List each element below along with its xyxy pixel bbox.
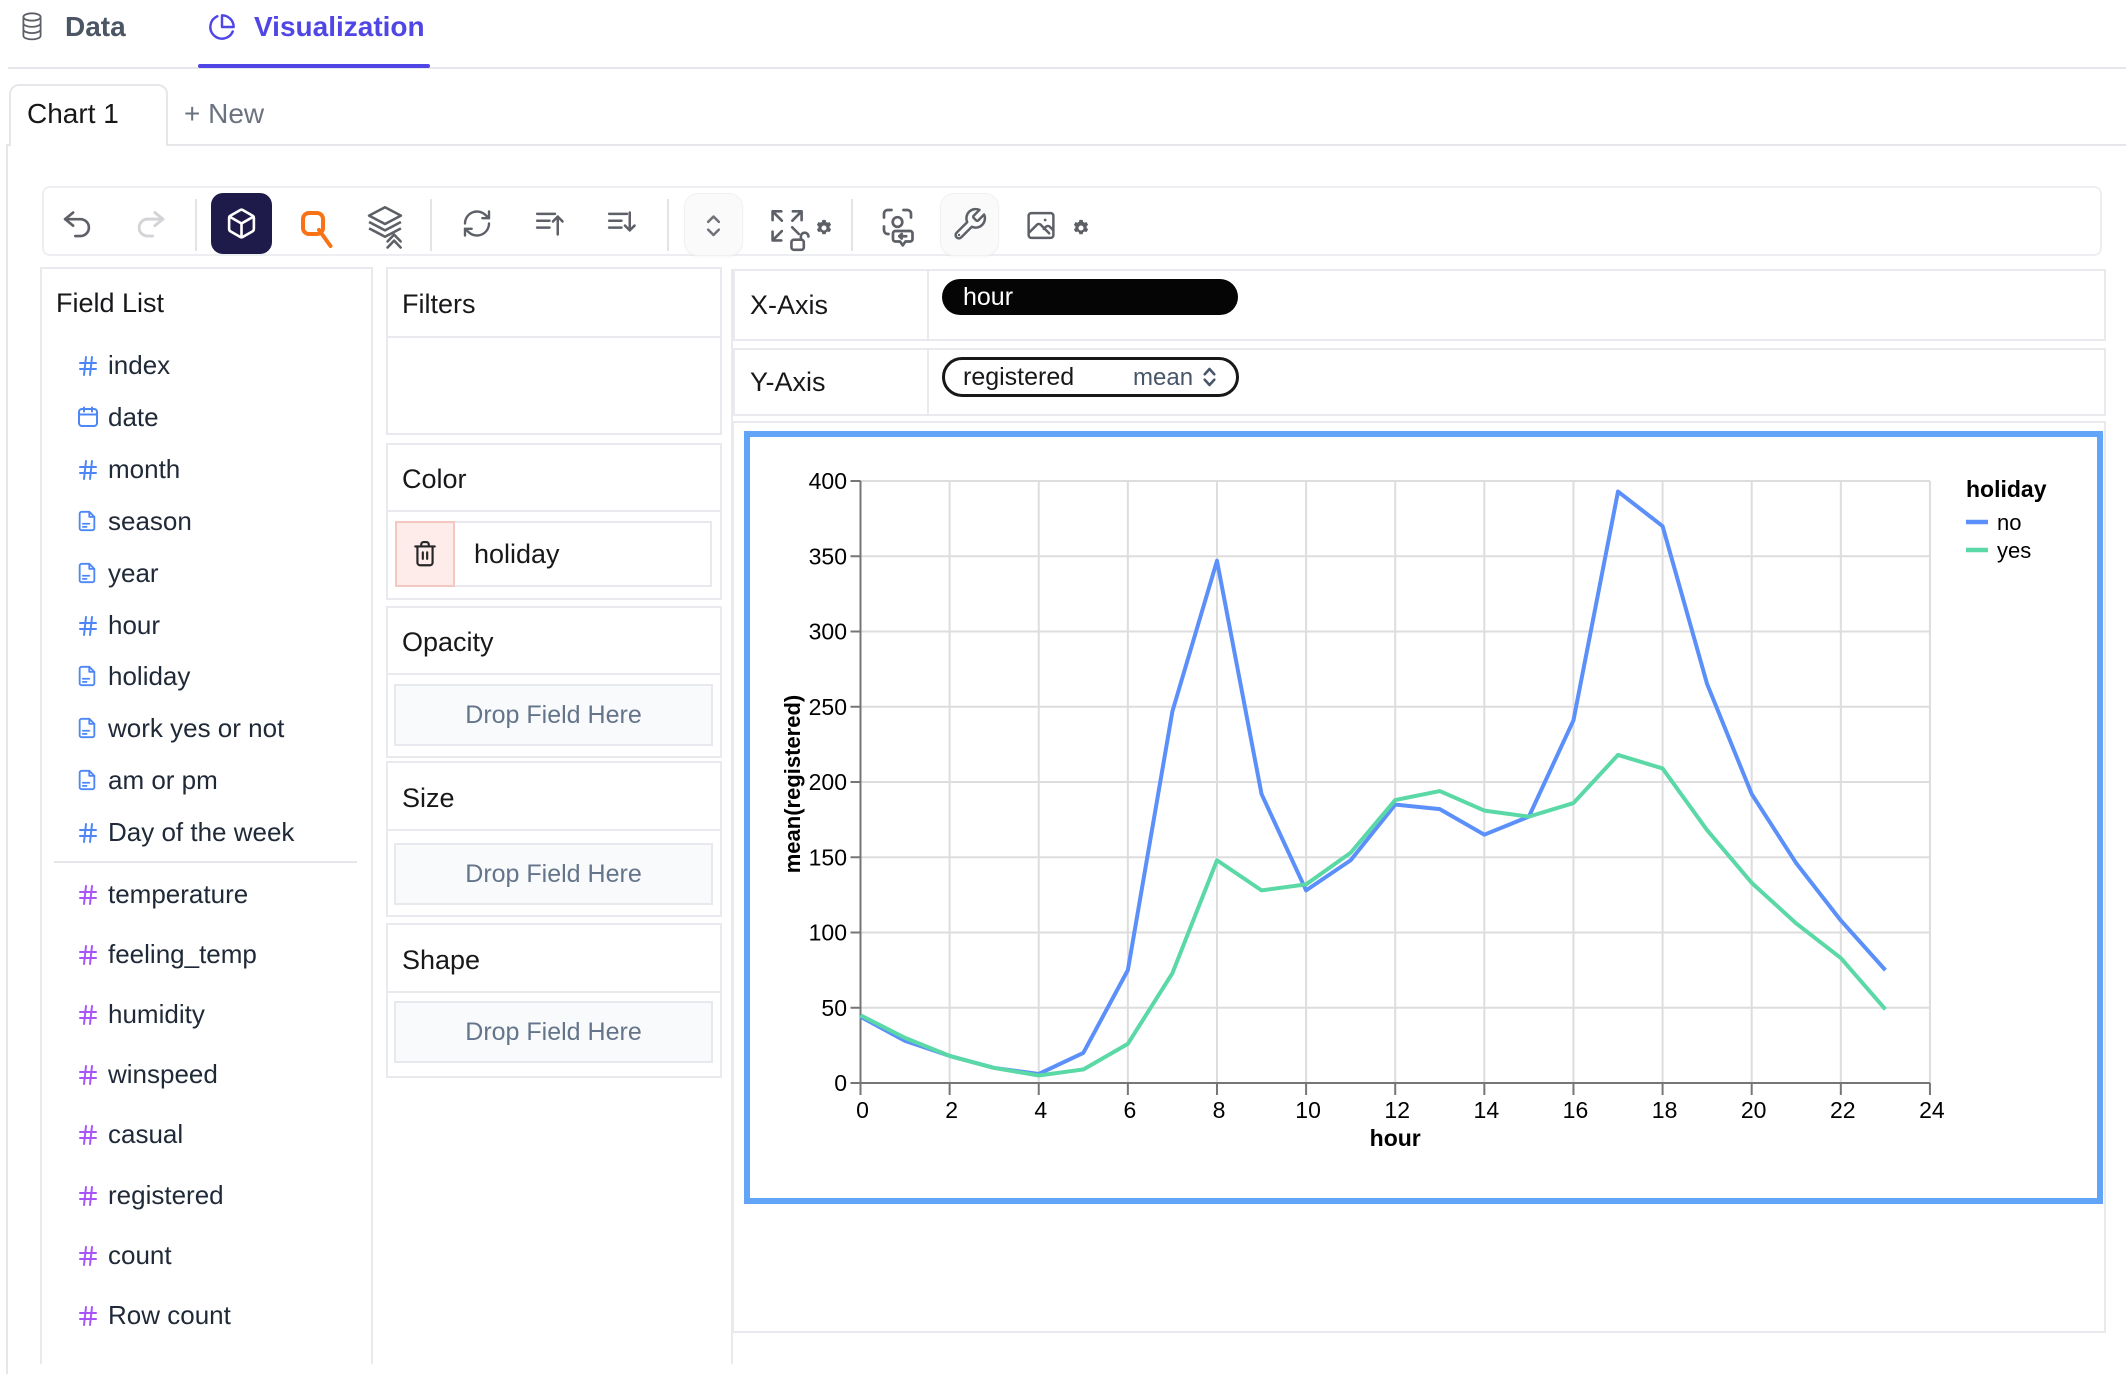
svg-text:18: 18 bbox=[1652, 1097, 1678, 1123]
svg-text:22: 22 bbox=[1830, 1097, 1856, 1123]
svg-text:150: 150 bbox=[809, 844, 847, 870]
svg-text:350: 350 bbox=[809, 543, 847, 569]
svg-text:no: no bbox=[1997, 510, 2021, 535]
svg-text:4: 4 bbox=[1034, 1097, 1047, 1123]
svg-text:24: 24 bbox=[1919, 1097, 1945, 1123]
svg-text:50: 50 bbox=[821, 995, 847, 1021]
svg-text:20: 20 bbox=[1741, 1097, 1767, 1123]
svg-text:300: 300 bbox=[809, 619, 847, 645]
svg-text:0: 0 bbox=[856, 1097, 869, 1123]
svg-text:400: 400 bbox=[809, 468, 847, 494]
svg-text:200: 200 bbox=[809, 769, 847, 795]
svg-text:100: 100 bbox=[809, 920, 847, 946]
svg-text:0: 0 bbox=[834, 1070, 847, 1096]
svg-text:6: 6 bbox=[1123, 1097, 1136, 1123]
svg-text:holiday: holiday bbox=[1966, 476, 2047, 502]
svg-text:yes: yes bbox=[1997, 538, 2031, 563]
svg-text:hour: hour bbox=[1370, 1125, 1421, 1151]
svg-text:mean(registered): mean(registered) bbox=[780, 695, 805, 874]
svg-text:16: 16 bbox=[1563, 1097, 1589, 1123]
svg-text:8: 8 bbox=[1213, 1097, 1226, 1123]
svg-text:250: 250 bbox=[809, 694, 847, 720]
svg-text:10: 10 bbox=[1295, 1097, 1321, 1123]
svg-text:2: 2 bbox=[945, 1097, 958, 1123]
svg-text:14: 14 bbox=[1474, 1097, 1500, 1123]
svg-text:12: 12 bbox=[1384, 1097, 1410, 1123]
